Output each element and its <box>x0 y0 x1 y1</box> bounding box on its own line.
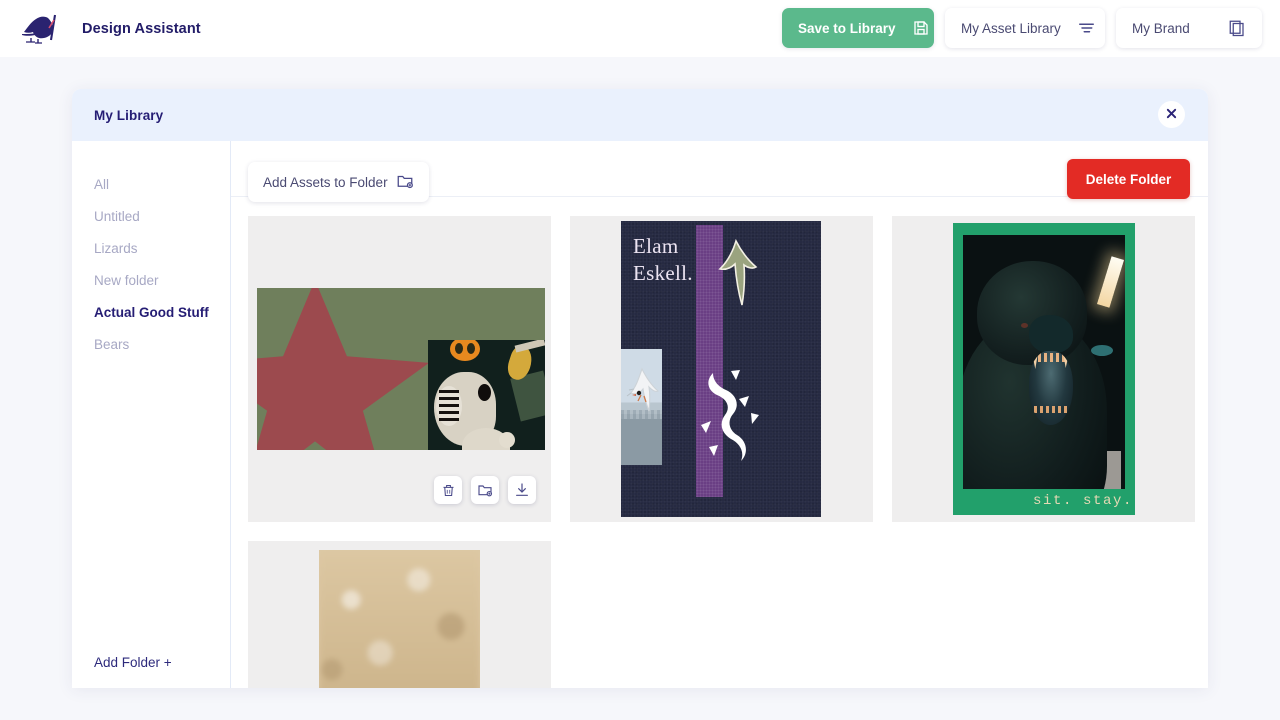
sidebar-item-actual-good-stuff[interactable]: Actual Good Stuff <box>72 296 230 328</box>
asset-actions <box>434 476 536 504</box>
poster-caption: sit. stay. <box>1033 493 1133 509</box>
save-floppy-icon <box>912 19 930 37</box>
photo-seagull <box>625 367 659 415</box>
bear-eye <box>1021 323 1028 328</box>
library-toolbar: Add Assets to Folder Delete Folder <box>231 141 1208 197</box>
library-content: Add Assets to Folder Delete Folder <box>231 141 1208 688</box>
sidebar-item-lizards[interactable]: Lizards <box>72 232 230 264</box>
add-assets-to-folder-button[interactable]: Add Assets to Folder <box>248 162 429 202</box>
download-asset-button[interactable] <box>508 476 536 504</box>
asset-grid: Elam Eskell. <box>231 197 1208 688</box>
close-modal-button[interactable] <box>1158 101 1185 128</box>
light-streak <box>1097 256 1124 308</box>
asset-card[interactable]: sit. stay. <box>892 216 1195 522</box>
collage-ear-lines <box>439 390 459 422</box>
seagull-illustration <box>714 237 758 309</box>
bear-head <box>977 261 1087 365</box>
bear-lower-teeth <box>1034 406 1068 413</box>
poster-title-line-1: Elam <box>633 233 693 260</box>
bear-snout <box>1029 315 1073 353</box>
modal-body: All Untitled Lizards New folder Actual G… <box>72 141 1208 688</box>
add-assets-to-folder-label: Add Assets to Folder <box>263 175 388 190</box>
add-folder-button[interactable]: Add Folder + <box>94 655 172 670</box>
my-brand-button[interactable]: My Brand <box>1116 8 1262 48</box>
kiwi-bird-logo-icon <box>18 14 70 44</box>
modal-title: My Library <box>72 108 163 123</box>
asset-card[interactable] <box>248 216 551 522</box>
app-header: Design Assistant Save to Library My Asse… <box>0 0 1280 57</box>
bear-nose <box>1091 345 1113 356</box>
delete-folder-button[interactable]: Delete Folder <box>1067 159 1190 199</box>
collage-orange-shape <box>450 340 480 361</box>
sidebar-item-new-folder[interactable]: New folder <box>72 264 230 296</box>
sidebar-item-all[interactable]: All <box>72 168 230 200</box>
asset-card[interactable]: Elam Eskell. <box>570 216 873 522</box>
save-to-library-button[interactable]: Save to Library <box>782 8 934 48</box>
asset-artwork-olive-star <box>257 288 545 450</box>
copy-layers-icon <box>1228 19 1246 37</box>
header-actions: Save to Library My Asset Library My Bran… <box>782 8 1262 48</box>
sidebar-item-untitled[interactable]: Untitled <box>72 200 230 232</box>
abstract-squiggle-shapes <box>699 369 759 465</box>
filter-sliders-icon <box>1077 19 1096 37</box>
asset-artwork-turtle <box>319 550 480 688</box>
brand: Design Assistant <box>0 14 201 44</box>
sidebar-item-bears[interactable]: Bears <box>72 328 230 360</box>
asset-artwork-bear: sit. stay. <box>953 223 1135 515</box>
bear-photo <box>963 235 1125 489</box>
collage-dot <box>499 432 515 448</box>
star-shape <box>257 288 429 450</box>
asset-artwork-elam-eskell: Elam Eskell. <box>621 221 821 517</box>
move-asset-to-folder-button[interactable] <box>471 476 499 504</box>
my-asset-library-button[interactable]: My Asset Library <box>945 8 1105 48</box>
folder-sidebar: All Untitled Lizards New folder Actual G… <box>72 141 231 688</box>
delete-asset-button[interactable] <box>434 476 462 504</box>
folder-add-icon <box>396 172 414 193</box>
my-asset-library-label: My Asset Library <box>961 21 1061 36</box>
close-x-icon <box>1166 106 1177 124</box>
my-brand-label: My Brand <box>1132 21 1190 36</box>
seagull-photo-inset <box>621 349 662 465</box>
sand-background <box>319 550 480 688</box>
poster-title: Elam Eskell. <box>633 233 693 288</box>
bear-mouth <box>1029 351 1073 425</box>
modal-header: My Library <box>72 89 1208 141</box>
asset-card[interactable] <box>248 541 551 688</box>
my-library-modal: My Library All Untitled Lizards New fold… <box>72 89 1208 688</box>
poster-title-line-2: Eskell. <box>633 260 693 287</box>
collage-photo <box>428 340 545 450</box>
brand-title: Design Assistant <box>82 21 201 37</box>
collage-eye <box>478 384 491 401</box>
save-to-library-label: Save to Library <box>798 21 896 36</box>
